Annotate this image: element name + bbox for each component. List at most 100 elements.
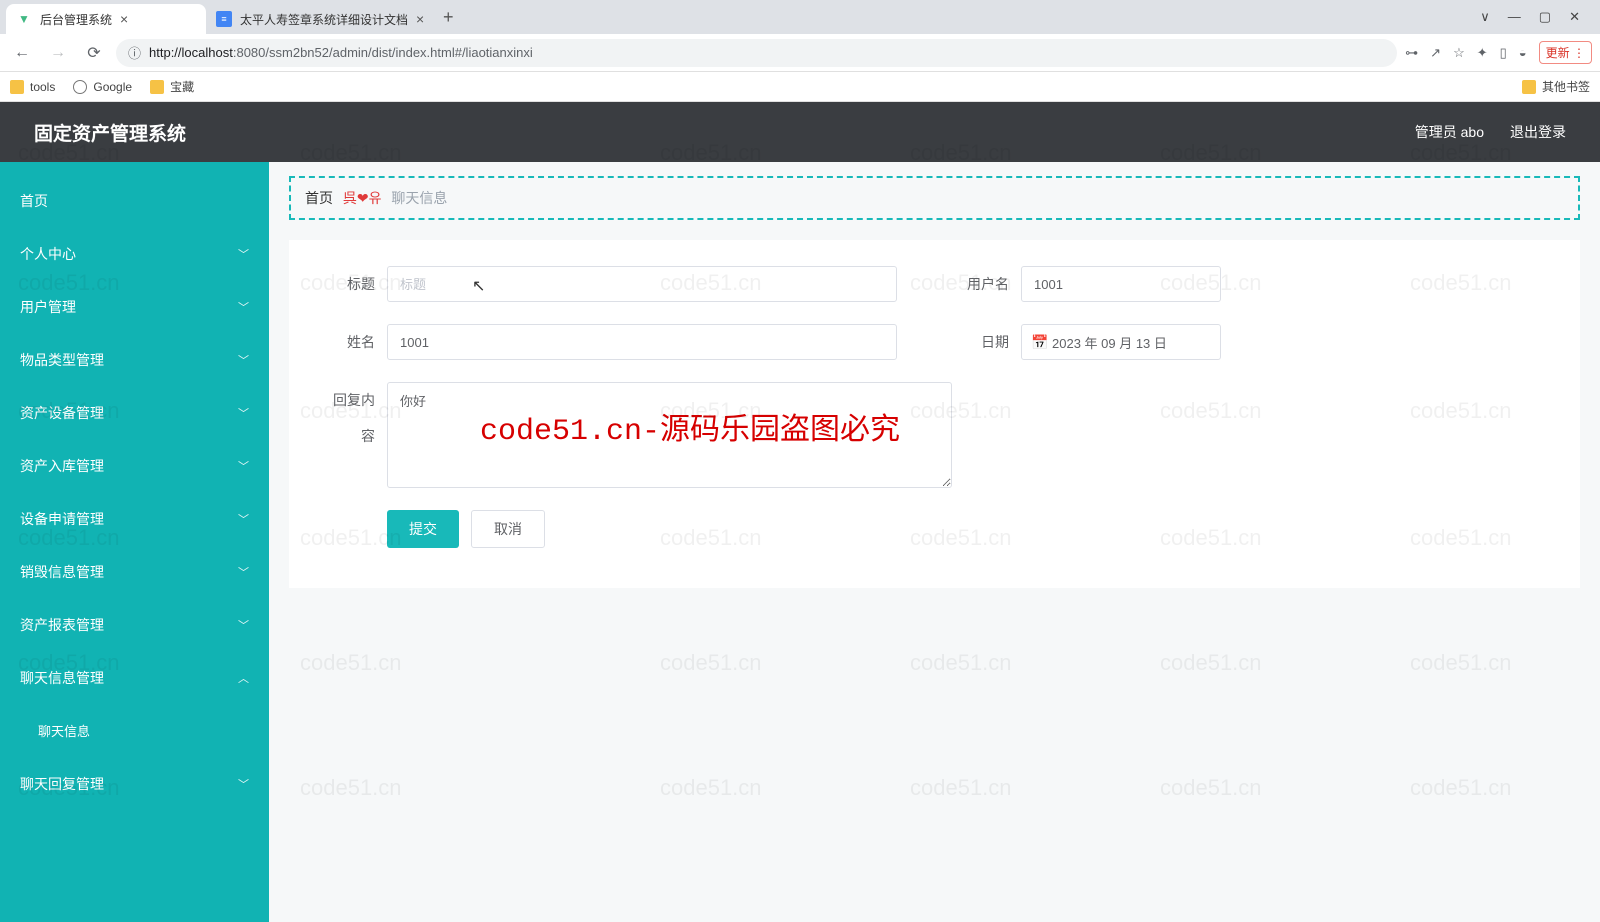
cancel-button[interactable]: 取消 [471, 510, 545, 548]
browser-tab[interactable]: ≡ 太平人寿签章系统详细设计文档 × [206, 4, 434, 34]
label-name: 姓名 [323, 324, 387, 360]
sidebar-item-2[interactable]: 用户管理 ﹀ [0, 280, 269, 333]
input-title[interactable] [387, 266, 897, 302]
sidebar-item-8[interactable]: 资产报表管理﹀ [0, 598, 269, 651]
address-bar: ← → ⟳ ⓘ http://localhost:8080/ssm2bn52/a… [0, 34, 1600, 72]
label-title: 标题 [323, 266, 387, 302]
minimize-icon[interactable]: — [1508, 9, 1521, 25]
input-username[interactable] [1021, 266, 1221, 302]
bookmarks-bar: tools Google 宝藏 其他书签 [0, 72, 1600, 102]
sidebar-item-label: 资产入库管理 [20, 456, 104, 476]
chevron-down-icon: ﹀ [238, 458, 249, 474]
label-reply: 回复内容 [323, 382, 387, 454]
key-icon[interactable]: ⊶ [1405, 45, 1418, 61]
url-input[interactable]: ⓘ http://localhost:8080/ssm2bn52/admin/d… [116, 39, 1397, 67]
logout-link[interactable]: 退出登录 [1510, 122, 1566, 142]
sidebar-item-3[interactable]: 物品类型管理 ﹀ [0, 333, 269, 386]
sidebar-item-9[interactable]: 聊天信息管理 ︿ [0, 651, 269, 704]
update-button[interactable]: 更新 ⋮ [1539, 41, 1592, 64]
browser-chrome: ▼ 后台管理系统 × ≡ 太平人寿签章系统详细设计文档 × + ∨ — ▢ ✕ … [0, 0, 1600, 102]
input-name[interactable] [387, 324, 897, 360]
breadcrumb-heart: 呉❤유 [343, 190, 382, 206]
bookmark-tools[interactable]: tools [10, 80, 55, 94]
sidebar-item-label: 资产设备管理 [20, 403, 104, 423]
bookmark-other[interactable]: 其他书签 [1522, 78, 1590, 95]
star-icon[interactable]: ☆ [1453, 45, 1465, 61]
chevron-down-icon: ﹀ [238, 246, 249, 262]
input-date[interactable] [1021, 324, 1221, 360]
sidebar-item-label: 个人中心 [20, 244, 76, 264]
app-title: 固定资产管理系统 [34, 119, 186, 146]
bookmark-baozang[interactable]: 宝藏 [150, 78, 194, 95]
extension-icon[interactable]: ✦ [1477, 45, 1488, 61]
forward-button[interactable]: → [44, 39, 72, 67]
sidebar-item-4[interactable]: 资产设备管理 ﹀ [0, 386, 269, 439]
sidebar-item-label: 用户管理 [20, 297, 76, 317]
sidebar-item-label: 聊天信息管理 [20, 668, 104, 688]
back-button[interactable]: ← [8, 39, 36, 67]
sidebar-item-label: 聊天回复管理 [20, 774, 104, 794]
window-controls: ∨ — ▢ ✕ [1480, 9, 1594, 25]
chevron-up-icon: ︿ [238, 670, 249, 686]
app-header: 固定资产管理系统 管理员 abo 退出登录 [0, 102, 1600, 162]
folder-icon [10, 80, 24, 94]
close-icon[interactable]: × [416, 11, 424, 27]
field-name: 姓名 [323, 324, 897, 360]
sidebar-item-label: 聊天信息 [38, 721, 90, 740]
sidebar-item-0[interactable]: 首页 [0, 174, 269, 227]
info-icon[interactable]: ⓘ [128, 43, 141, 62]
breadcrumb: 首页 呉❤유 聊天信息 [289, 176, 1580, 220]
sidebar-item-7[interactable]: 销毁信息管理 ﹀ [0, 545, 269, 598]
chevron-down-icon: ﹀ [238, 511, 249, 527]
sidebar-item-10[interactable]: 聊天信息 [0, 704, 269, 757]
folder-icon [150, 80, 164, 94]
close-icon[interactable]: × [120, 11, 128, 27]
chevron-down-icon: ﹀ [238, 352, 249, 368]
chevron-down-icon: ﹀ [238, 564, 249, 580]
window-dropdown-icon[interactable]: ∨ [1480, 9, 1490, 25]
tab-title: 后台管理系统 [40, 11, 112, 28]
tab-title: 太平人寿签章系统详细设计文档 [240, 11, 408, 28]
profile-icon[interactable]: ◒ [1519, 45, 1527, 60]
vue-favicon-icon: ▼ [16, 11, 32, 27]
sidebar-item-label: 设备申请管理 [20, 509, 104, 529]
reader-icon[interactable]: ▯ [1500, 45, 1507, 61]
label-username: 用户名 [957, 266, 1021, 302]
docs-favicon-icon: ≡ [216, 11, 232, 27]
field-title: 标题 [323, 266, 897, 302]
folder-icon [1522, 80, 1536, 94]
globe-icon [73, 80, 87, 94]
form-card: 标题 用户名 姓名 日期 📅 [289, 240, 1580, 588]
sidebar-item-label: 销毁信息管理 [20, 562, 104, 582]
admin-label[interactable]: 管理员 abo [1415, 122, 1484, 142]
share-icon[interactable]: ↗ [1430, 45, 1441, 61]
field-username: 用户名 [957, 266, 1221, 302]
new-tab-button[interactable]: + [434, 3, 462, 31]
app-body: 首页个人中心 ﹀ 用户管理 ﹀ 物品类型管理 ﹀ 资产设备管理 ﹀ 资产入库管理 ﹀ 设备申请管理 ﹀… [0, 162, 1600, 922]
url-text: http://localhost:8080/ssm2bn52/admin/dis… [149, 45, 533, 60]
sidebar-item-label: 资产报表管理 [20, 615, 104, 635]
breadcrumb-current: 聊天信息 [391, 190, 447, 206]
submit-button[interactable]: 提交 [387, 510, 459, 548]
reload-button[interactable]: ⟳ [80, 39, 108, 67]
sidebar: 首页个人中心 ﹀ 用户管理 ﹀ 物品类型管理 ﹀ 资产设备管理 ﹀ 资产入库管理 ﹀ 设备申请管理 ﹀… [0, 162, 269, 922]
bookmark-google[interactable]: Google [73, 80, 132, 94]
sidebar-item-label: 首页 [20, 191, 48, 211]
sidebar-item-5[interactable]: 资产入库管理 ﹀ [0, 439, 269, 492]
chevron-down-icon: ﹀ [238, 299, 249, 315]
field-reply: 回复内容 [323, 382, 952, 488]
sidebar-item-11[interactable]: 聊天回复管理﹀ [0, 757, 269, 810]
window-close-icon[interactable]: ✕ [1569, 9, 1580, 25]
calendar-icon: 📅 [1031, 334, 1048, 351]
breadcrumb-home[interactable]: 首页 [305, 190, 333, 206]
main-content: 首页 呉❤유 聊天信息 标题 用户名 姓名 [269, 162, 1600, 922]
textarea-reply[interactable] [387, 382, 952, 488]
tab-strip: ▼ 后台管理系统 × ≡ 太平人寿签章系统详细设计文档 × + ∨ — ▢ ✕ [0, 0, 1600, 34]
chevron-down-icon: ﹀ [238, 405, 249, 421]
sidebar-item-6[interactable]: 设备申请管理 ﹀ [0, 492, 269, 545]
sidebar-item-label: 物品类型管理 [20, 350, 104, 370]
sidebar-item-1[interactable]: 个人中心 ﹀ [0, 227, 269, 280]
browser-tab-active[interactable]: ▼ 后台管理系统 × [6, 4, 206, 34]
label-date: 日期 [957, 324, 1021, 360]
maximize-icon[interactable]: ▢ [1539, 9, 1551, 25]
